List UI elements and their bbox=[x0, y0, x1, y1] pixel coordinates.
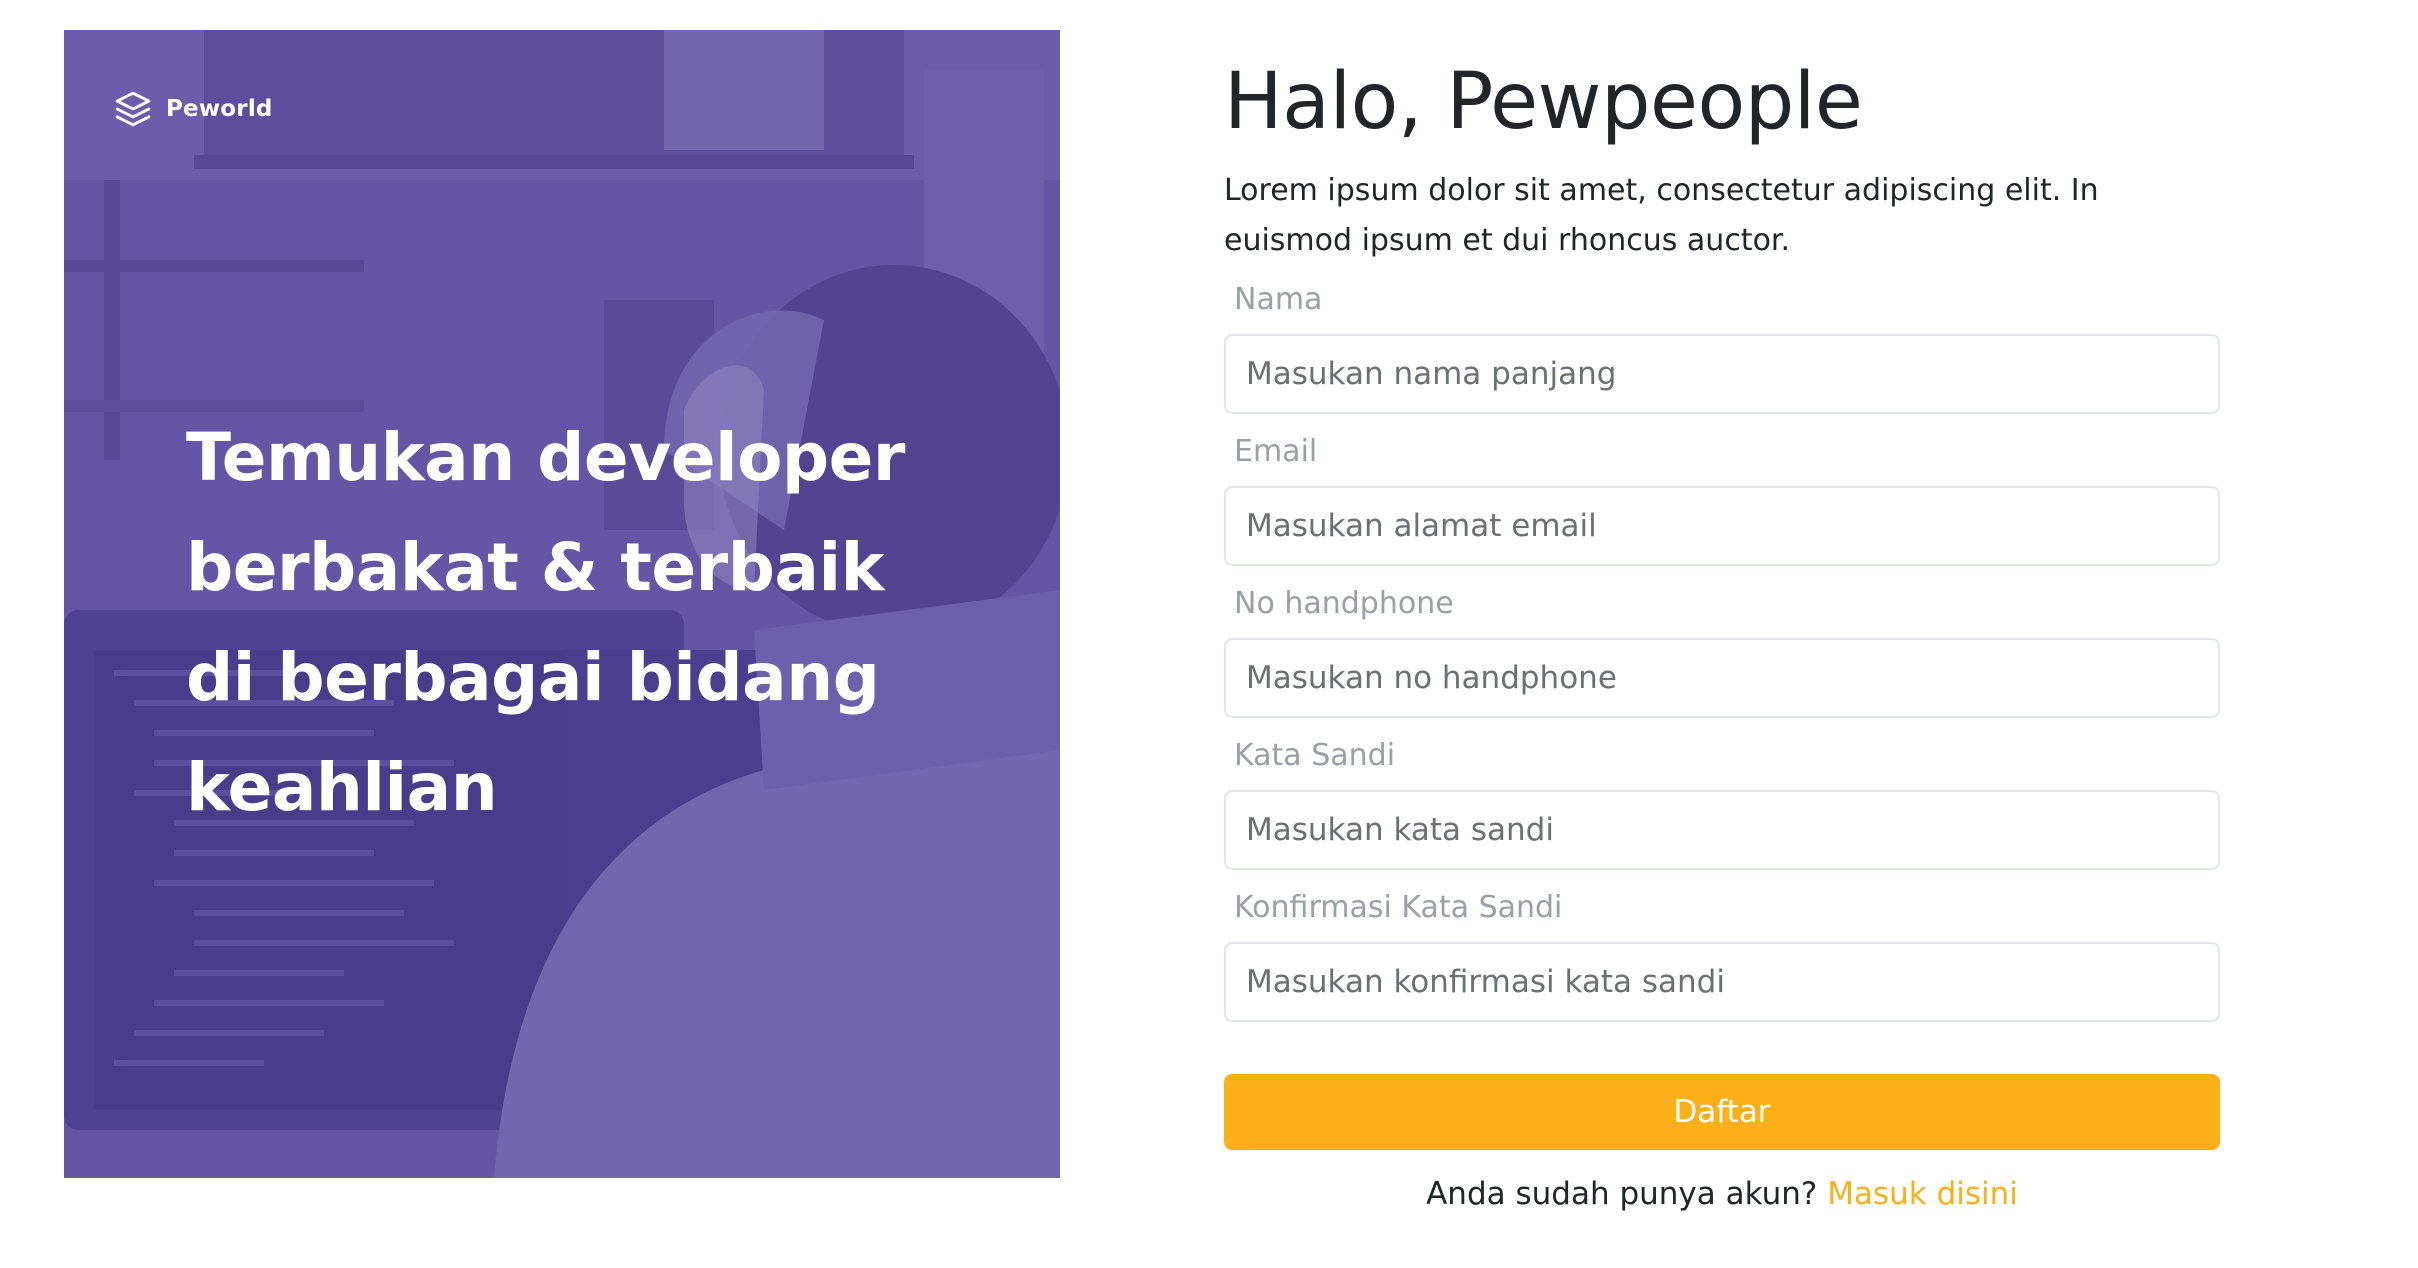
phone-field-group: No handphone bbox=[1224, 584, 2220, 718]
name-input[interactable] bbox=[1224, 334, 2220, 414]
register-form: Halo, Pewpeople Lorem ipsum dolor sit am… bbox=[1224, 50, 2220, 1216]
brand-logo[interactable]: Peworld bbox=[114, 90, 273, 128]
page-title: Halo, Pewpeople bbox=[1224, 57, 1863, 147]
password-label: Kata Sandi bbox=[1234, 738, 1396, 773]
page-description: Lorem ipsum dolor sit amet, consectetur … bbox=[1224, 173, 2099, 258]
register-page: Peworld Temukan developer berbakat & ter… bbox=[0, 0, 2418, 1268]
name-label: Nama bbox=[1234, 282, 1323, 317]
name-field-group: Nama bbox=[1224, 280, 2220, 414]
signin-prompt: Anda sudah punya akun? Masuk disini bbox=[1224, 1172, 2220, 1216]
email-field-group: Email bbox=[1224, 432, 2220, 566]
phone-label: No handphone bbox=[1234, 586, 1454, 621]
confirm-password-input[interactable] bbox=[1224, 942, 2220, 1022]
hero-headline-line: Temukan developer bbox=[186, 419, 905, 496]
hero-headline-line: keahlian bbox=[186, 749, 498, 826]
hero-panel: Peworld Temukan developer berbakat & ter… bbox=[64, 30, 1060, 1178]
phone-input[interactable] bbox=[1224, 638, 2220, 718]
password-field-group: Kata Sandi bbox=[1224, 736, 2220, 870]
brand-name: Peworld bbox=[166, 96, 273, 122]
signin-link[interactable]: Masuk disini bbox=[1827, 1176, 2018, 1212]
hero-headline-line: berbakat & terbaik bbox=[186, 529, 885, 606]
password-input[interactable] bbox=[1224, 790, 2220, 870]
register-button[interactable]: Daftar bbox=[1224, 1074, 2220, 1150]
email-label: Email bbox=[1234, 434, 1318, 469]
confirm-password-field-group: Konfirmasi Kata Sandi bbox=[1224, 888, 2220, 1022]
hero-headline: Temukan developer berbakat & terbaik di … bbox=[186, 403, 946, 843]
email-input[interactable] bbox=[1224, 486, 2220, 566]
hero-headline-line: di berbagai bidang bbox=[186, 639, 880, 716]
confirm-password-label: Konfirmasi Kata Sandi bbox=[1234, 890, 1563, 925]
signin-prompt-text: Anda sudah punya akun? bbox=[1426, 1176, 1818, 1212]
layers-icon bbox=[115, 91, 151, 127]
